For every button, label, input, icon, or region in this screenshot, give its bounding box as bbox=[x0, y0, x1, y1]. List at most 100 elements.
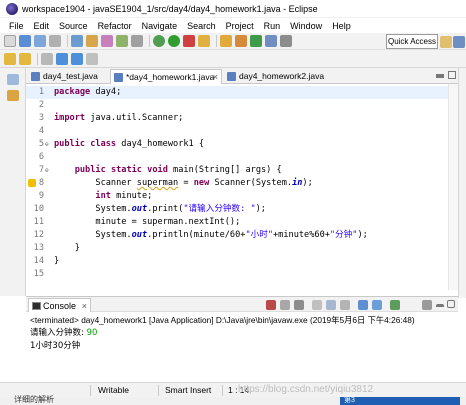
coverage-icon[interactable] bbox=[183, 35, 195, 47]
console-view-bar: Console × bbox=[26, 296, 458, 312]
clear-console-icon[interactable] bbox=[312, 300, 322, 310]
maximize-icon[interactable] bbox=[447, 300, 455, 308]
debug-icon[interactable] bbox=[153, 35, 165, 47]
code-line[interactable]: 9 int minute; bbox=[26, 190, 458, 203]
quick-access-field[interactable]: Quick Access bbox=[386, 34, 438, 49]
code-editor[interactable]: 1 package day4; 2 3 import java.util.Scanner… bbox=[26, 84, 458, 290]
code-token: import bbox=[54, 113, 86, 123]
code-line[interactable]: 15 bbox=[26, 268, 458, 281]
code-line[interactable]: 10 System.out.print("请输入分钟数: "); bbox=[26, 203, 458, 216]
remove-all-icon[interactable] bbox=[294, 300, 304, 310]
pin-editor-icon[interactable] bbox=[86, 52, 98, 65]
open-console-icon[interactable] bbox=[390, 300, 400, 310]
mark-occurrences-icon[interactable] bbox=[101, 35, 113, 47]
code-line[interactable]: 4 bbox=[26, 125, 458, 138]
code-token: Scanner bbox=[54, 178, 137, 188]
back-icon[interactable] bbox=[56, 52, 68, 65]
pin-console-icon[interactable] bbox=[358, 300, 368, 310]
fold-icon[interactable]: ⊖ bbox=[45, 164, 49, 177]
code-token: "分钟" bbox=[329, 230, 358, 240]
menu-window[interactable]: Window bbox=[285, 21, 327, 31]
whitespace-icon[interactable] bbox=[116, 35, 128, 47]
tab-console[interactable]: Console × bbox=[28, 298, 92, 313]
code-line[interactable]: 7 ⊖ public static void main(String[] args… bbox=[26, 164, 458, 177]
code-line[interactable]: 12 System.out.println(minute/60+"小时"+min… bbox=[26, 229, 458, 242]
word-wrap-icon[interactable] bbox=[340, 300, 350, 310]
menu-help[interactable]: Help bbox=[327, 21, 356, 31]
tab-day4-homework1[interactable]: *day4_homework1.java × bbox=[110, 69, 222, 84]
block-selection-icon[interactable] bbox=[131, 35, 143, 47]
display-selected-console-icon[interactable] bbox=[372, 300, 382, 310]
menu-search[interactable]: Search bbox=[182, 21, 221, 31]
code-line[interactable]: 11 minute = superman.nextInt(); bbox=[26, 216, 458, 229]
build-icon[interactable] bbox=[71, 35, 83, 47]
package-explorer-icon[interactable] bbox=[7, 90, 19, 101]
code-token: public bbox=[54, 139, 86, 149]
tab-day4-homework2[interactable]: day4_homework2.java bbox=[224, 69, 330, 84]
menu-run[interactable]: Run bbox=[259, 21, 286, 31]
run-icon[interactable] bbox=[168, 35, 180, 47]
code-line[interactable]: 3 import java.util.Scanner; bbox=[26, 112, 458, 125]
code-line[interactable]: 14} bbox=[26, 255, 458, 268]
new-java-project-icon[interactable] bbox=[220, 35, 232, 47]
minimize-icon[interactable] bbox=[436, 74, 444, 78]
close-icon[interactable]: × bbox=[82, 299, 87, 313]
code-text: } bbox=[54, 242, 80, 255]
overview-ruler[interactable] bbox=[448, 84, 458, 290]
warning-icon[interactable] bbox=[28, 179, 36, 187]
close-icon[interactable]: × bbox=[213, 70, 218, 84]
code-line[interactable]: 2 bbox=[26, 99, 458, 112]
view-menu-icon[interactable] bbox=[422, 300, 432, 310]
menu-file[interactable]: File bbox=[4, 21, 29, 31]
code-text: Scanner superman = new Scanner(System.in… bbox=[54, 177, 312, 190]
previous-annotation-icon[interactable] bbox=[19, 52, 31, 65]
java-file-icon bbox=[31, 72, 40, 81]
print-icon[interactable] bbox=[49, 35, 61, 47]
save-icon[interactable] bbox=[19, 35, 31, 47]
java-perspective-icon[interactable] bbox=[453, 36, 465, 48]
terminate-icon[interactable] bbox=[266, 300, 276, 310]
fold-icon[interactable]: ⊖ bbox=[45, 138, 49, 151]
toolbar-separator bbox=[216, 35, 217, 47]
new-package-icon[interactable] bbox=[235, 35, 247, 47]
menu-source[interactable]: Source bbox=[54, 21, 93, 31]
new-class-icon[interactable] bbox=[250, 35, 262, 47]
code-token: static bbox=[110, 165, 142, 175]
code-line[interactable]: 6 bbox=[26, 151, 458, 164]
search-icon[interactable] bbox=[280, 35, 292, 47]
java-ee-perspective-icon[interactable] bbox=[440, 36, 452, 48]
save-all-icon[interactable] bbox=[34, 35, 46, 47]
next-annotation-icon[interactable] bbox=[4, 52, 16, 65]
line-number: 1 bbox=[38, 87, 44, 97]
forward-icon[interactable] bbox=[71, 52, 83, 65]
toggle-comment-icon[interactable] bbox=[86, 35, 98, 47]
code-token: out bbox=[131, 230, 148, 240]
restore-icon[interactable] bbox=[7, 74, 19, 85]
code-text: System.out.println(minute/60+"小时"+minute… bbox=[54, 229, 368, 242]
console-output[interactable]: <terminated> day4_homework1 [Java Applic… bbox=[26, 312, 458, 382]
menu-edit[interactable]: Edit bbox=[29, 21, 55, 31]
menu-navigate[interactable]: Navigate bbox=[137, 21, 183, 31]
code-line[interactable]: 1 package day4; bbox=[26, 86, 458, 99]
new-icon[interactable] bbox=[4, 35, 16, 47]
maximize-icon[interactable] bbox=[448, 71, 456, 79]
code-token: ); bbox=[255, 204, 266, 214]
tab-day4-test[interactable]: day4_test.java bbox=[28, 69, 108, 84]
code-token: ); bbox=[357, 230, 368, 240]
status-insert-mode[interactable]: Smart Insert bbox=[165, 385, 211, 395]
code-line[interactable]: 13 } bbox=[26, 242, 458, 255]
code-token: } bbox=[54, 243, 80, 253]
code-token: new bbox=[193, 178, 210, 188]
open-type-icon[interactable] bbox=[265, 35, 277, 47]
menu-refactor[interactable]: Refactor bbox=[93, 21, 137, 31]
scroll-lock-icon[interactable] bbox=[326, 300, 336, 310]
code-line[interactable]: 8 Scanner superman = new Scanner(System.… bbox=[26, 177, 458, 190]
external-tools-icon[interactable] bbox=[198, 35, 210, 47]
remove-launch-icon[interactable] bbox=[280, 300, 290, 310]
last-edit-icon[interactable] bbox=[41, 52, 53, 65]
code-line[interactable]: 5 ⊖ public class day4_homework1 { bbox=[26, 138, 458, 151]
code-token: minute = superman.nextInt(); bbox=[54, 217, 241, 227]
menu-project[interactable]: Project bbox=[221, 21, 259, 31]
minimize-icon[interactable] bbox=[436, 304, 444, 308]
code-text: int minute; bbox=[54, 190, 152, 203]
